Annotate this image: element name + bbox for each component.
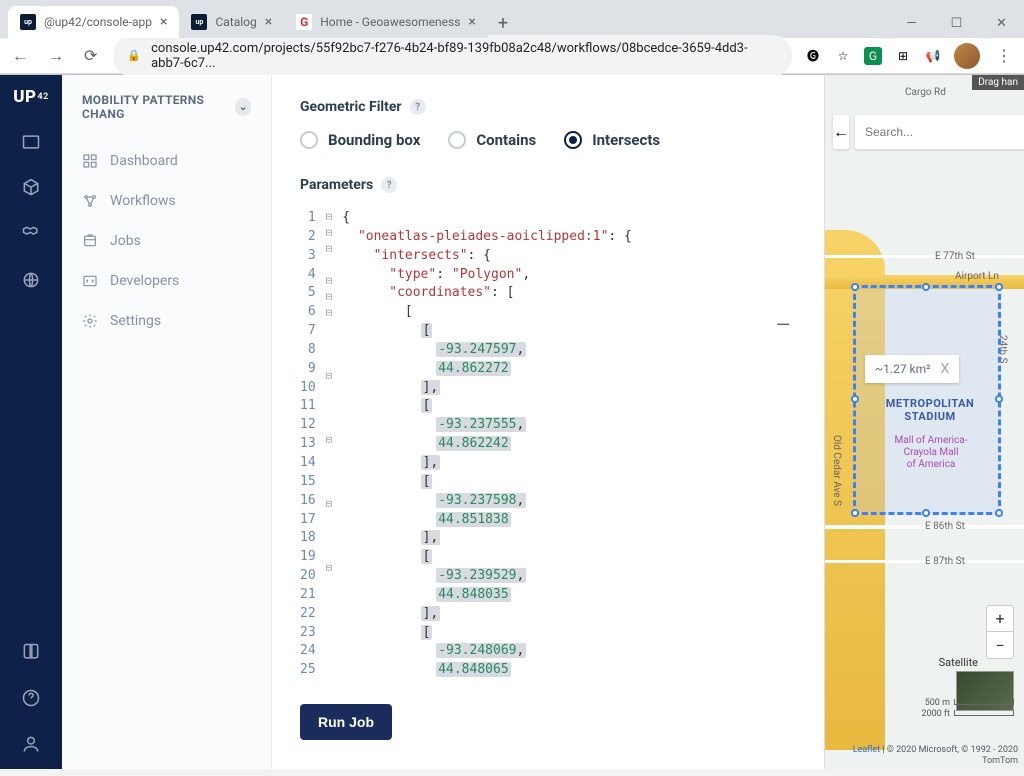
help-icon[interactable]: ? xyxy=(381,177,397,193)
street-label: E 77th St xyxy=(935,251,975,262)
area-badge: ~1.27 km² X xyxy=(865,355,959,383)
new-tab-button[interactable]: + xyxy=(488,9,518,38)
sidebar: MOBILITY PATTERNS CHANG ⌄ Dashboard Work… xyxy=(62,75,272,769)
nav-reload-icon[interactable]: ⟳ xyxy=(80,42,101,69)
extension-icons: 🅖 ☆ G ⊞ 📢 ⋮ xyxy=(804,42,1016,69)
tab-title: Home - Geoawesomeness xyxy=(320,15,460,29)
map-attribution: Leaflet | © 2020 Microsoft, © 1992 - 202… xyxy=(831,745,1018,767)
street-label: Airport Ln xyxy=(955,271,999,282)
scale-bar: 500 m 2000 ft xyxy=(921,698,1014,721)
sidebar-item-workflows[interactable]: Workflows xyxy=(62,181,271,221)
json-code-editor[interactable]: 1234567891011121314151617181920212223242… xyxy=(300,209,796,680)
drag-handle[interactable]: Drag han xyxy=(972,75,1024,90)
profile-avatar[interactable] xyxy=(954,43,980,69)
window-minimize[interactable]: — xyxy=(889,8,934,38)
translate-icon[interactable]: 🅖 xyxy=(804,47,822,65)
browser-tab-2[interactable]: up Catalog × xyxy=(179,6,284,38)
sidebar-item-developers[interactable]: Developers xyxy=(62,261,271,301)
chevron-down-icon: ⌄ xyxy=(235,98,251,116)
tab-close-icon[interactable]: × xyxy=(468,14,475,30)
street-label: Cargo Rd xyxy=(905,87,946,98)
line-numbers: 1234567891011121314151617181920212223242… xyxy=(300,209,326,680)
map-search-input[interactable] xyxy=(855,115,1024,149)
tab-favicon: up xyxy=(20,14,36,30)
gear-icon xyxy=(82,313,98,329)
street-label: Old Cedar Ave S xyxy=(831,435,842,506)
code-body[interactable]: { "oneatlas-pleiades-aoiclipped:1": { "i… xyxy=(342,209,796,680)
sidebar-item-label: Workflows xyxy=(110,193,176,209)
project-name: MOBILITY PATTERNS CHANG xyxy=(82,93,227,121)
window-close[interactable]: ✕ xyxy=(979,8,1024,38)
url-input[interactable]: 🔒 console.up42.com/projects/55f92bc7-f27… xyxy=(113,35,792,77)
street-label: E 86th St xyxy=(925,521,965,532)
developers-icon xyxy=(82,273,98,289)
browser-chrome: up @up42/console-app × up Catalog × G Ho… xyxy=(0,0,1024,75)
browser-tab-1[interactable]: up @up42/console-app × xyxy=(8,6,179,38)
browser-tab-3[interactable]: G Home - Geoawesomeness × xyxy=(284,6,488,38)
tab-bar: up @up42/console-app × up Catalog × G Ho… xyxy=(0,0,1024,38)
tab-title: @up42/console-app xyxy=(44,15,152,29)
run-job-button[interactable]: Run Job xyxy=(300,704,392,740)
browser-menu-icon[interactable]: ⋮ xyxy=(992,42,1016,69)
fold-gutter[interactable]: ⊟⊟⊟ ⊟⊟⊟ ⊟ ⊟ ⊟ ⊟ xyxy=(326,209,343,680)
project-switcher[interactable]: MOBILITY PATTERNS CHANG ⌄ xyxy=(62,93,271,141)
ext-grid-icon[interactable]: ⊞ xyxy=(894,47,912,65)
bookmark-star-icon[interactable]: ☆ xyxy=(834,47,852,65)
radio-intersects[interactable]: Intersects xyxy=(564,131,660,149)
nav-back-icon[interactable]: ← xyxy=(8,42,32,70)
storage-icon[interactable] xyxy=(20,223,42,245)
geo-filter-heading: Geometric Filter ? xyxy=(300,99,796,115)
main-content: Geometric Filter ? Bounding box Contains… xyxy=(272,75,824,769)
radio-bounding-box[interactable]: Bounding box xyxy=(300,131,420,149)
zoom-in-button[interactable]: + xyxy=(987,606,1013,632)
geo-filter-radios: Bounding box Contains Intersects xyxy=(300,131,796,149)
url-text: console.up42.com/projects/55f92bc7-f276-… xyxy=(151,41,778,71)
window-maximize[interactable]: ☐ xyxy=(934,8,979,38)
blocks-icon[interactable] xyxy=(20,177,42,199)
poi-mall: Mall of America-Crayola Mallof America xyxy=(861,435,1001,471)
help-icon[interactable]: ? xyxy=(410,99,426,115)
area-value: ~1.27 km² xyxy=(875,362,931,376)
app-root: UP42 MOBILITY PATTERNS CHANG ⌄ Dashboard… xyxy=(0,75,1024,769)
tab-close-icon[interactable]: × xyxy=(265,14,272,30)
tab-favicon: up xyxy=(191,14,207,30)
projects-icon[interactable] xyxy=(20,131,42,153)
sidebar-item-settings[interactable]: Settings xyxy=(62,301,271,341)
left-rail: UP42 xyxy=(0,75,62,769)
collapse-icon[interactable]: — xyxy=(776,315,792,336)
address-bar: ← → ⟳ 🔒 console.up42.com/projects/55f92b… xyxy=(0,38,1024,74)
zoom-out-button[interactable]: − xyxy=(987,632,1013,658)
account-icon[interactable] xyxy=(20,733,42,755)
map-panel[interactable]: Cargo Rd E 77th St Airport Ln 24th S Old… xyxy=(824,75,1024,769)
radio-contains[interactable]: Contains xyxy=(448,131,536,149)
zoom-control better: + − xyxy=(986,605,1014,659)
docs-icon[interactable] xyxy=(20,641,42,663)
map-back-button[interactable]: ← xyxy=(833,115,849,149)
tab-close-icon[interactable]: × xyxy=(160,14,167,30)
tab-title: Catalog xyxy=(215,15,256,29)
lock-icon: 🔒 xyxy=(127,49,141,62)
satellite-toggle-label: Satellite xyxy=(939,656,978,669)
sidebar-item-label: Developers xyxy=(110,273,179,289)
sidebar-item-label: Jobs xyxy=(110,233,141,249)
catalog-icon[interactable] xyxy=(20,269,42,291)
leaflet-link[interactable]: Leaflet xyxy=(853,745,880,755)
parameters-heading: Parameters ? xyxy=(300,177,796,193)
close-icon[interactable]: X xyxy=(941,361,950,377)
up42-logo[interactable]: UP42 xyxy=(13,87,49,107)
sidebar-item-label: Settings xyxy=(110,313,161,329)
poi-stadium: METROPOLITAN STADIUM xyxy=(865,397,995,423)
dashboard-icon xyxy=(82,153,98,169)
sidebar-item-jobs[interactable]: Jobs xyxy=(62,221,271,261)
sidebar-item-label: Dashboard xyxy=(110,153,178,169)
nav-forward-icon[interactable]: → xyxy=(44,42,68,70)
grammarly-icon[interactable]: G xyxy=(864,47,882,65)
workflows-icon xyxy=(82,193,98,209)
ext-speaker-icon[interactable]: 📢 xyxy=(924,47,942,65)
street-label: E 87th St xyxy=(925,556,965,567)
help-icon[interactable] xyxy=(20,687,42,709)
sidebar-item-dashboard[interactable]: Dashboard xyxy=(62,141,271,181)
tab-favicon: G xyxy=(296,14,312,30)
jobs-icon xyxy=(82,233,98,249)
